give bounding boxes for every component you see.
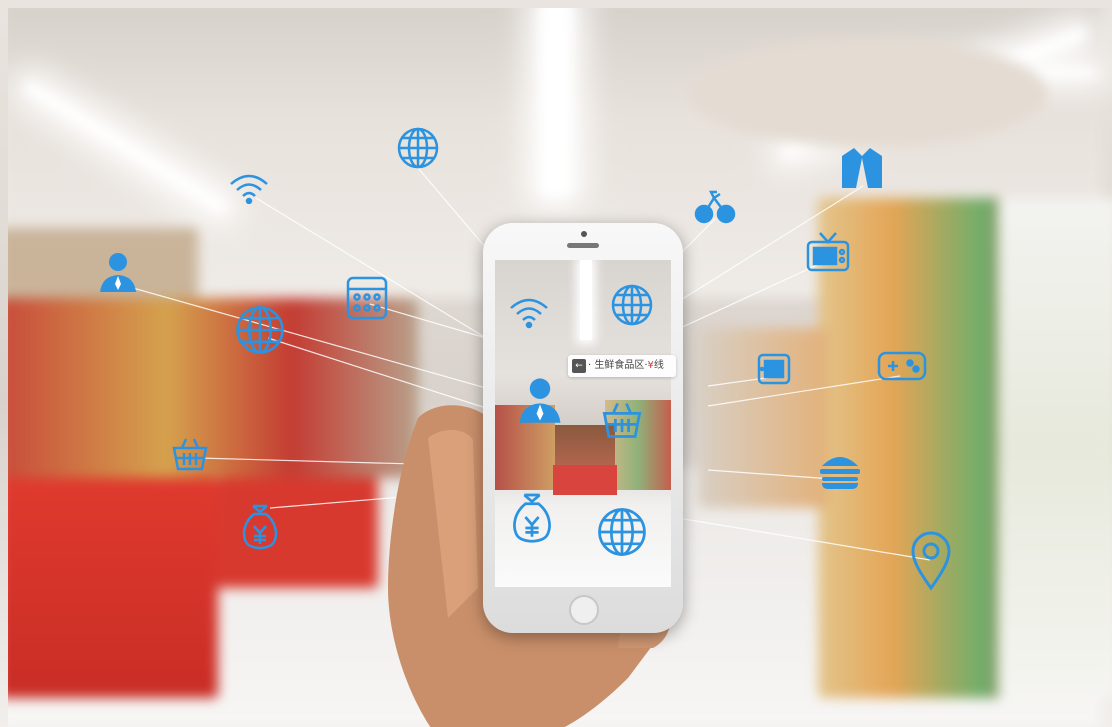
screen-red-stand (553, 465, 617, 495)
tablet-icon (756, 352, 792, 386)
globe-icon (596, 506, 648, 558)
jacket-icon (840, 146, 884, 190)
tv-icon (805, 230, 851, 274)
globe-icon (610, 283, 654, 327)
basket-icon (600, 400, 644, 440)
globe-icon (234, 304, 286, 356)
store-sign: ← · 生鲜食品区·¥线 (568, 355, 676, 377)
wifi-icon (228, 172, 270, 204)
front-camera (581, 231, 587, 237)
sign-text: · 生鲜食品区· (588, 360, 648, 371)
screen-ceiling-light (580, 260, 592, 340)
bicycle-icon (694, 186, 738, 226)
wifi-icon (508, 295, 550, 329)
globe-icon (396, 126, 440, 170)
user-icon (515, 375, 565, 425)
home-button[interactable] (569, 595, 599, 625)
location-pin-icon (910, 530, 952, 592)
money-bag-icon (510, 488, 554, 546)
basket-icon (170, 436, 210, 472)
user-icon (96, 250, 140, 294)
money-bag-icon (240, 500, 280, 552)
calculator-icon (345, 275, 389, 321)
speaker (567, 243, 599, 248)
supermarket-photo: ← · 生鲜食品区·¥线 (0, 0, 1112, 727)
sign-arrow: ← (572, 359, 586, 373)
sign-text-end: 线 (653, 360, 664, 371)
burger-icon (818, 450, 862, 490)
photo-frame: ← · 生鲜食品区·¥线 (8, 8, 1112, 727)
gamepad-icon (876, 348, 928, 384)
